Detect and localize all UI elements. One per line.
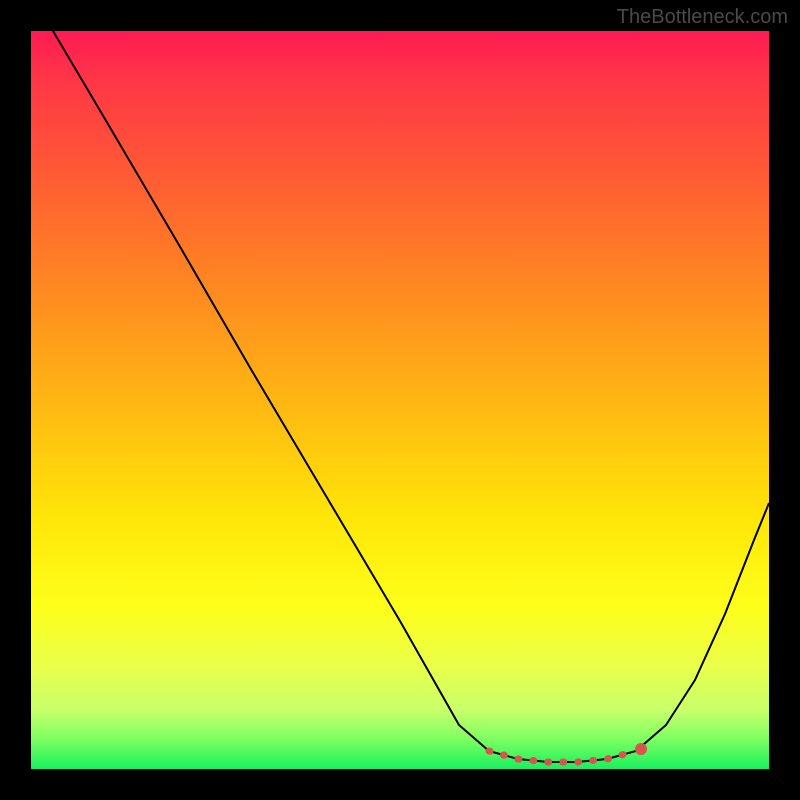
chart-svg: [31, 31, 769, 769]
highlight-end-dot: [635, 743, 647, 755]
main-curve: [53, 31, 769, 762]
plot-area: [31, 31, 769, 769]
watermark-text: TheBottleneck.com: [617, 6, 788, 29]
